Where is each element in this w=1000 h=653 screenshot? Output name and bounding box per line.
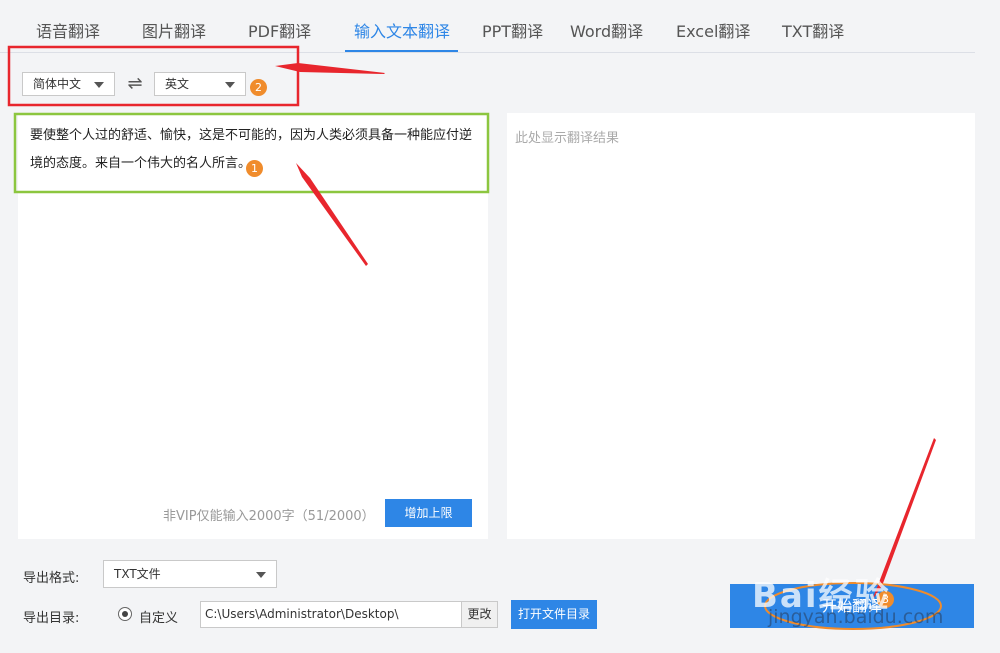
target-language-value: 英文	[165, 77, 190, 91]
target-language-select[interactable]: 英文	[154, 72, 246, 96]
chevron-down-icon	[225, 82, 235, 88]
tab-excel-translate[interactable]: Excel翻译	[676, 18, 750, 42]
custom-dir-label: 自定义	[139, 611, 179, 626]
export-path-field[interactable]: C:\Users\Administrator\Desktop\	[200, 601, 462, 628]
char-counter: 非VIP仅能输入2000字（51/2000）	[163, 509, 375, 524]
tab-pdf-translate[interactable]: PDF翻译	[248, 18, 311, 42]
chevron-down-icon	[256, 572, 266, 578]
baidu-watermark-url: jingyan.baidu.com	[768, 606, 944, 628]
tab-word-translate[interactable]: Word翻译	[570, 18, 643, 42]
custom-dir-radio[interactable]	[118, 607, 132, 621]
export-format-select[interactable]: TXT文件	[103, 560, 277, 588]
step-badge-1: 1	[246, 160, 263, 177]
open-folder-button[interactable]: 打开文件目录	[511, 600, 597, 629]
chevron-down-icon	[94, 82, 104, 88]
tab-ppt-translate[interactable]: PPT翻译	[482, 18, 543, 42]
swap-languages-icon[interactable]: ⇌	[125, 74, 145, 94]
change-dir-button[interactable]: 更改	[461, 601, 498, 628]
tab-bar: 语音翻译 图片翻译 PDF翻译 输入文本翻译 PPT翻译 Word翻译 Exce…	[0, 0, 975, 53]
tab-txt-translate[interactable]: TXT翻译	[782, 18, 844, 42]
result-placeholder: 此处显示翻译结果	[515, 131, 620, 146]
step-badge-2: 2	[250, 79, 267, 96]
tab-text-translate[interactable]: 输入文本翻译	[354, 18, 450, 42]
export-format-value: TXT文件	[114, 567, 161, 581]
red-arrow-to-language	[275, 63, 385, 74]
source-language-value: 简体中文	[33, 77, 82, 91]
source-language-select[interactable]: 简体中文	[22, 72, 115, 96]
radio-selected-dot	[122, 611, 128, 617]
export-dir-label: 导出目录:	[23, 611, 80, 626]
export-format-label: 导出格式:	[23, 571, 80, 586]
increase-limit-button[interactable]: 增加上限	[385, 499, 472, 527]
active-tab-indicator	[345, 50, 458, 52]
tab-image-translate[interactable]: 图片翻译	[142, 18, 206, 42]
translation-result-panel	[507, 113, 975, 539]
tab-voice-translate[interactable]: 语音翻译	[36, 18, 100, 42]
